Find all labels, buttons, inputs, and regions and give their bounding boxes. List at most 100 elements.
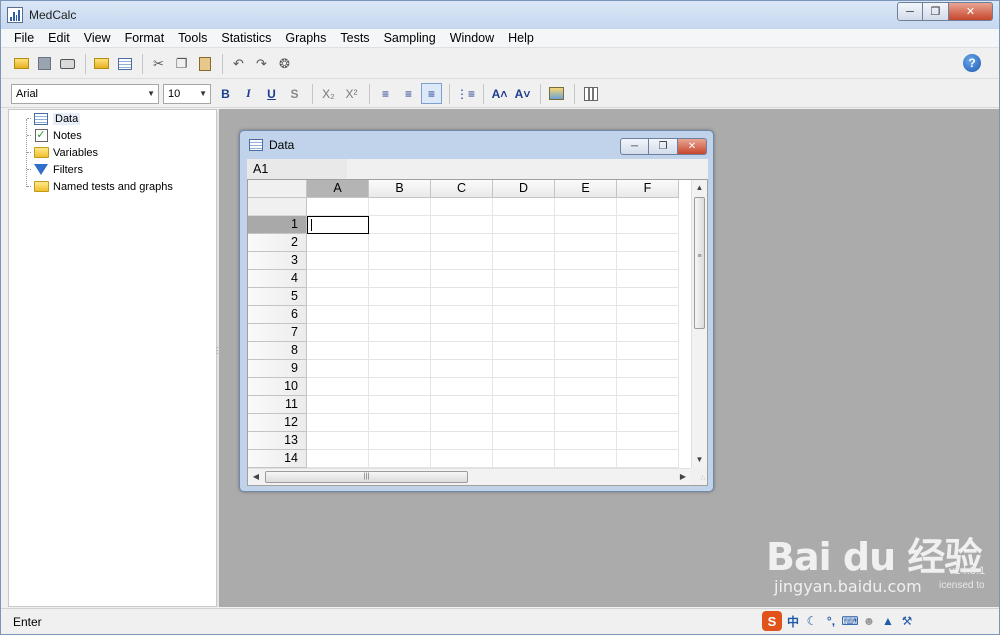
table-cell[interactable] (555, 378, 617, 396)
table-cell[interactable] (493, 432, 555, 450)
table-cell[interactable] (493, 306, 555, 324)
column-header-b[interactable]: B (369, 180, 431, 198)
sogou-logo-icon[interactable]: S (762, 611, 782, 631)
print-icon[interactable] (57, 53, 78, 74)
menu-sampling[interactable]: Sampling (377, 29, 443, 47)
table-cell[interactable] (431, 270, 493, 288)
moon-icon[interactable]: ☾ (804, 612, 820, 630)
vertical-scroll-thumb[interactable]: ≡ (694, 197, 705, 329)
tree-item-named-tests[interactable]: Named tests and graphs (27, 178, 173, 195)
minimize-button[interactable]: ─ (897, 2, 923, 21)
menu-edit[interactable]: Edit (41, 29, 77, 47)
variable-name-cell[interactable] (617, 198, 679, 216)
table-cell[interactable] (617, 432, 679, 450)
skin-shirt-icon[interactable]: ▲ (880, 612, 896, 630)
tree-item-filters[interactable]: Filters (27, 161, 83, 178)
select-all-corner[interactable] (248, 180, 307, 198)
table-cell[interactable] (431, 288, 493, 306)
row-header[interactable]: 5 (248, 288, 307, 306)
undo-icon[interactable]: ↶ (228, 53, 249, 74)
spreadsheet-icon[interactable] (114, 53, 135, 74)
menu-format[interactable]: Format (118, 29, 172, 47)
table-cell[interactable] (555, 288, 617, 306)
menu-view[interactable]: View (77, 29, 118, 47)
punctuation-icon[interactable]: °, (823, 612, 839, 630)
help-icon[interactable]: ? (963, 54, 981, 72)
menu-statistics[interactable]: Statistics (214, 29, 278, 47)
table-cell[interactable] (307, 450, 369, 468)
row-header[interactable]: 1 (248, 216, 307, 234)
cell-reference[interactable]: A1 (247, 159, 347, 179)
table-cell[interactable] (307, 288, 369, 306)
table-cell[interactable] (431, 342, 493, 360)
table-cell[interactable] (555, 216, 617, 234)
column-header-d[interactable]: D (493, 180, 555, 198)
table-cell[interactable] (493, 378, 555, 396)
horizontal-scrollbar[interactable]: ◀ ||| ▶ (248, 468, 691, 485)
table-cell[interactable] (617, 324, 679, 342)
table-cell[interactable] (369, 450, 431, 468)
scroll-left-icon[interactable]: ◀ (248, 469, 264, 485)
table-cell[interactable] (307, 270, 369, 288)
menu-tools[interactable]: Tools (171, 29, 214, 47)
table-cell[interactable] (431, 414, 493, 432)
grow-font-button[interactable]: A˄ (489, 83, 510, 104)
strikethrough-button[interactable]: S (284, 83, 305, 104)
resize-grip-icon[interactable]: ∴ (690, 468, 707, 485)
menu-file[interactable]: File (7, 29, 41, 47)
table-cell[interactable] (369, 324, 431, 342)
table-cell[interactable] (493, 342, 555, 360)
table-cell[interactable] (493, 216, 555, 234)
insert-picture-button[interactable] (546, 83, 567, 104)
table-cell[interactable] (555, 324, 617, 342)
active-cell[interactable] (307, 216, 369, 234)
variable-name-cell[interactable] (493, 198, 555, 216)
table-cell[interactable] (617, 216, 679, 234)
table-cell[interactable] (307, 432, 369, 450)
save-disk-icon[interactable] (34, 53, 55, 74)
table-cell[interactable] (307, 414, 369, 432)
row-header[interactable]: 6 (248, 306, 307, 324)
table-cell[interactable] (369, 234, 431, 252)
wrench-icon[interactable]: ⚒ (899, 612, 915, 630)
table-cell[interactable] (369, 396, 431, 414)
table-cell[interactable] (431, 306, 493, 324)
table-cell[interactable] (307, 234, 369, 252)
table-cell[interactable] (555, 360, 617, 378)
scroll-down-icon[interactable]: ▼ (692, 452, 707, 468)
table-cell[interactable] (617, 252, 679, 270)
table-cell[interactable] (369, 288, 431, 306)
column-header-a[interactable]: A (307, 180, 369, 198)
menu-help[interactable]: Help (501, 29, 541, 47)
font-select[interactable]: Arial ▼ (11, 83, 159, 104)
row-header[interactable]: 2 (248, 234, 307, 252)
table-cell[interactable] (493, 252, 555, 270)
row-header[interactable]: 11 (248, 396, 307, 414)
table-cell[interactable] (431, 252, 493, 270)
table-cell[interactable] (493, 450, 555, 468)
table-cell[interactable] (617, 360, 679, 378)
ime-chinese-icon[interactable]: 中 (785, 612, 801, 630)
table-cell[interactable] (431, 378, 493, 396)
variable-name-cell[interactable] (431, 198, 493, 216)
table-cell[interactable] (307, 324, 369, 342)
table-cell[interactable] (369, 342, 431, 360)
table-cell[interactable] (617, 288, 679, 306)
table-cell[interactable] (555, 414, 617, 432)
shrink-font-button[interactable]: A˅ (512, 83, 533, 104)
table-cell[interactable] (617, 234, 679, 252)
row-header[interactable]: 14 (248, 450, 307, 468)
subscript-button[interactable]: X₂ (318, 83, 339, 104)
vertical-scrollbar[interactable]: ▲ ≡ ▼ (691, 180, 707, 468)
keyboard-icon[interactable]: ⌨ (841, 612, 858, 630)
insert-graph-button[interactable] (580, 83, 601, 104)
table-cell[interactable] (617, 396, 679, 414)
table-cell[interactable] (555, 252, 617, 270)
table-cell[interactable] (307, 252, 369, 270)
table-cell[interactable] (369, 270, 431, 288)
redo-icon[interactable]: ↷ (251, 53, 272, 74)
table-cell[interactable] (369, 306, 431, 324)
table-cell[interactable] (555, 306, 617, 324)
data-minimize-button[interactable]: ─ (620, 138, 649, 155)
table-cell[interactable] (493, 414, 555, 432)
